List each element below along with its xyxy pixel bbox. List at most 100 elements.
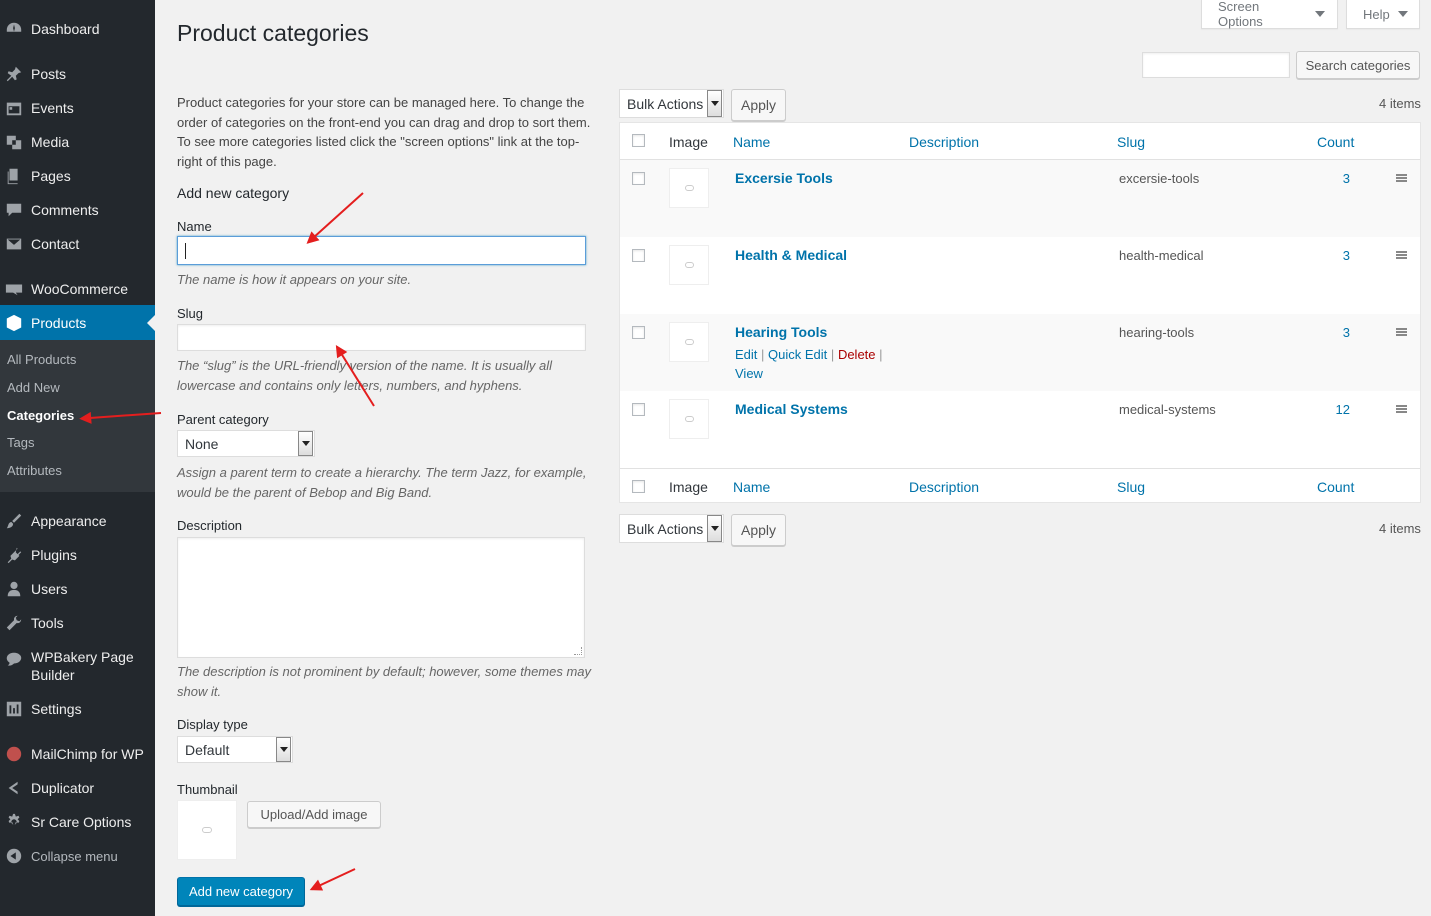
category-count-link[interactable]: 3 (1310, 248, 1350, 263)
search-categories-button[interactable]: Search categories (1296, 51, 1420, 79)
submenu-attributes[interactable]: Attributes (7, 463, 62, 478)
column-name[interactable]: Name (733, 479, 770, 495)
category-count-link[interactable]: 3 (1310, 325, 1350, 340)
user-icon (4, 579, 24, 599)
resize-handle-icon[interactable] (574, 647, 582, 655)
drag-handle-icon[interactable] (1396, 251, 1407, 259)
menu-wpbakery[interactable]: WPBakery Page Builder (0, 648, 155, 686)
menu-posts[interactable]: Posts (0, 62, 155, 86)
row-checkbox[interactable] (632, 326, 645, 339)
apply-button-top[interactable]: Apply (731, 89, 786, 121)
row-checkbox[interactable] (632, 403, 645, 416)
menu-label: Appearance (31, 513, 107, 529)
collapse-menu[interactable]: Collapse menu (0, 844, 155, 868)
column-description[interactable]: Description (909, 134, 979, 150)
menu-woocommerce[interactable]: WooCommerce (0, 277, 155, 301)
name-label: Name (177, 219, 212, 234)
menu-plugins[interactable]: Plugins (0, 543, 155, 567)
drag-handle-icon[interactable] (1396, 405, 1407, 413)
parent-select[interactable]: None (177, 430, 315, 457)
table-row[interactable]: Excersie Tools excersie-tools 3 (620, 160, 1420, 237)
submenu-categories[interactable]: Categories (7, 408, 74, 423)
row-checkbox[interactable] (632, 249, 645, 262)
menu-settings[interactable]: Settings (0, 697, 155, 721)
menu-tools[interactable]: Tools (0, 611, 155, 635)
dropdown-arrow-icon (707, 90, 722, 117)
drag-handle-icon[interactable] (1396, 174, 1407, 182)
pushpin-icon (4, 64, 24, 84)
wpbakery-icon (4, 649, 24, 669)
bulk-actions-select-top[interactable]: Bulk Actions (619, 89, 724, 118)
category-name-link[interactable]: Hearing Tools (735, 324, 827, 340)
column-slug[interactable]: Slug (1117, 134, 1145, 150)
menu-label: WooCommerce (31, 281, 128, 297)
menu-label: Settings (31, 701, 82, 717)
column-image: Image (669, 134, 708, 150)
column-description[interactable]: Description (909, 479, 979, 495)
menu-users[interactable]: Users (0, 577, 155, 601)
menu-label: Pages (31, 168, 71, 184)
row-checkbox[interactable] (632, 172, 645, 185)
category-count-link[interactable]: 12 (1310, 402, 1350, 417)
column-slug[interactable]: Slug (1117, 479, 1145, 495)
menu-events[interactable]: Events (0, 96, 155, 120)
column-count[interactable]: Count (1317, 479, 1354, 495)
search-input[interactable] (1142, 52, 1290, 78)
menu-contact[interactable]: Contact (0, 232, 155, 256)
submenu-add-new[interactable]: Add New (7, 380, 60, 395)
column-name[interactable]: Name (733, 134, 770, 150)
category-slug: hearing-tools (1119, 325, 1195, 340)
submenu-tags[interactable]: Tags (7, 435, 34, 450)
view-link[interactable]: View (735, 366, 763, 381)
table-row[interactable]: Medical Systems medical-systems 12 (620, 391, 1420, 468)
bulk-actions-select-bottom[interactable]: Bulk Actions (619, 514, 724, 543)
menu-pages[interactable]: Pages (0, 164, 155, 188)
name-input[interactable] (177, 236, 586, 265)
menu-label: MailChimp for WP (31, 746, 144, 762)
items-count-top: 4 items (1379, 96, 1421, 111)
calendar-icon (4, 98, 24, 118)
description-help: The description is not prominent by defa… (177, 664, 592, 699)
select-all-checkbox[interactable] (632, 134, 645, 147)
submenu-all-products[interactable]: All Products (7, 352, 76, 367)
menu-label: Dashboard (31, 21, 100, 37)
quick-edit-link[interactable]: Quick Edit (768, 347, 827, 362)
menu-comments[interactable]: Comments (0, 198, 155, 222)
drag-handle-icon[interactable] (1396, 328, 1407, 336)
items-count-bottom: 4 items (1379, 521, 1421, 536)
help-button[interactable]: Help (1346, 0, 1420, 29)
description-textarea[interactable] (177, 537, 585, 658)
column-count[interactable]: Count (1317, 134, 1354, 150)
menu-dashboard[interactable]: Dashboard (0, 17, 155, 41)
menu-appearance[interactable]: Appearance (0, 509, 155, 533)
display-type-select[interactable]: Default (177, 736, 293, 763)
menu-media[interactable]: Media (0, 130, 155, 154)
envelope-icon (4, 234, 24, 254)
slug-help: The “slug” is the URL-friendly version o… (177, 358, 552, 393)
add-new-category-button[interactable]: Add new category (177, 877, 305, 906)
gear-icon (4, 812, 24, 832)
menu-duplicator[interactable]: Duplicator (0, 776, 155, 800)
dropdown-arrow-icon (298, 431, 313, 456)
category-count-link[interactable]: 3 (1310, 171, 1350, 186)
menu-label: Posts (31, 66, 67, 82)
slug-input[interactable] (177, 324, 586, 351)
product-box-icon (4, 313, 24, 333)
table-row[interactable]: Health & Medical health-medical 3 (620, 237, 1420, 314)
category-name-link[interactable]: Excersie Tools (735, 170, 833, 186)
admin-sidebar: Dashboard Posts Events Media Pages Comme… (0, 0, 155, 916)
apply-button-bottom[interactable]: Apply (731, 514, 786, 546)
screen-options-button[interactable]: Screen Options (1201, 0, 1338, 29)
select-all-checkbox-footer[interactable] (632, 480, 645, 493)
category-name-link[interactable]: Medical Systems (735, 401, 848, 417)
upload-image-button[interactable]: Upload/Add image (247, 801, 381, 828)
menu-products[interactable]: Products (0, 305, 155, 341)
text-cursor (185, 243, 186, 259)
table-row[interactable]: Hearing Tools Edit | Quick Edit | Delete… (620, 314, 1420, 391)
category-slug: health-medical (1119, 248, 1204, 263)
delete-link[interactable]: Delete (838, 347, 876, 362)
category-name-link[interactable]: Health & Medical (735, 247, 847, 263)
menu-mailchimp[interactable]: MailChimp for WP (0, 742, 155, 766)
menu-srcare[interactable]: Sr Care Options (0, 810, 155, 834)
edit-link[interactable]: Edit (735, 347, 757, 362)
